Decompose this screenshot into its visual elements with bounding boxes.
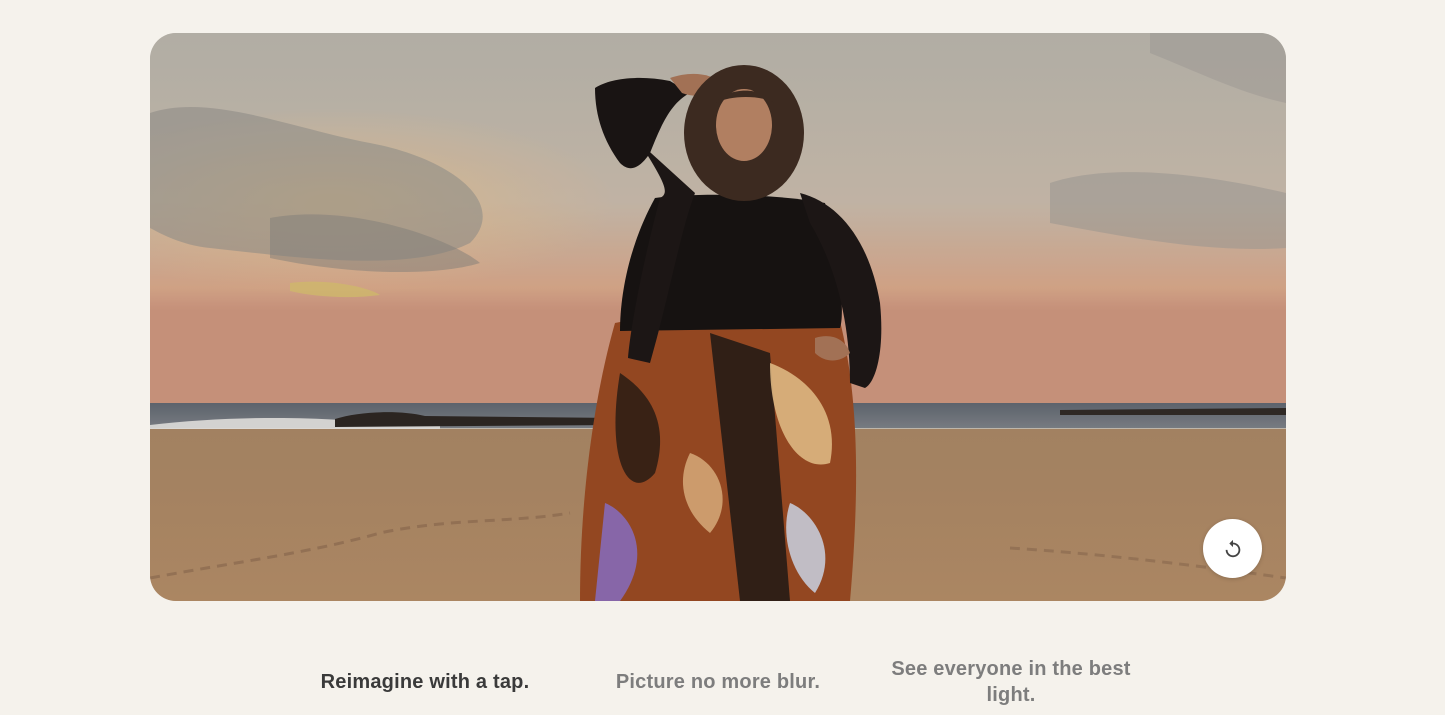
replay-icon	[1225, 539, 1240, 557]
tab-best-light-label: See everyone in the best light.	[891, 658, 1131, 706]
replay-button[interactable]	[1203, 519, 1262, 578]
tab-best-light[interactable]: See everyone in the best light.	[880, 652, 1142, 712]
tab-reimagine[interactable]: Reimagine with a tap.	[300, 652, 550, 712]
beach-portrait-image	[150, 33, 1286, 601]
tab-reimagine-label: Reimagine with a tap.	[320, 671, 530, 693]
feature-tabs: Reimagine with a tap. Picture no more bl…	[0, 652, 1445, 712]
tab-no-more-blur[interactable]: Picture no more blur.	[590, 652, 846, 712]
hero-media	[150, 33, 1286, 601]
tab-no-more-blur-label: Picture no more blur.	[615, 671, 821, 693]
